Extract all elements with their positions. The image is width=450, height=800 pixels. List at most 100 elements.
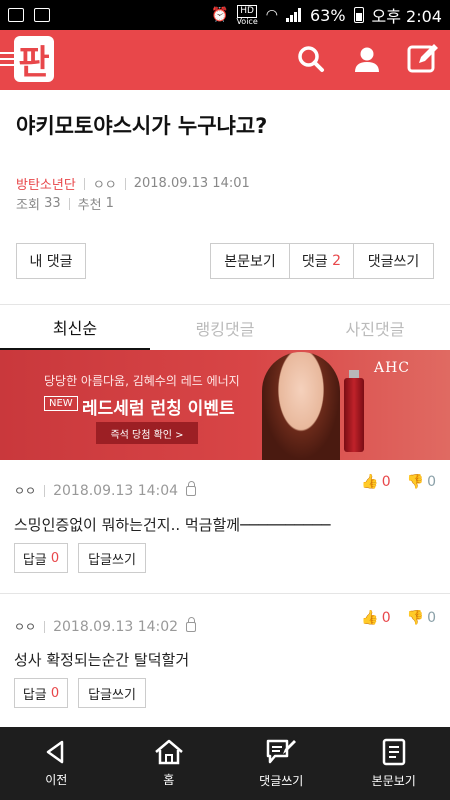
comment-date: 2018.09.13 14:02: [53, 618, 179, 635]
comment-author: ㅇㅇ: [14, 484, 37, 498]
downvote-count: 0: [427, 610, 436, 626]
nav-home[interactable]: 홈: [113, 727, 226, 800]
comment-votes: 👍 0 👎 0: [361, 474, 436, 490]
post-meta-stats: 조회 33 추천 1: [16, 194, 114, 213]
back-icon: [47, 740, 64, 764]
comment-author: ㅇㅇ: [14, 620, 37, 634]
nav-view-post[interactable]: 본문보기: [338, 727, 450, 800]
comment-author-row: ㅇㅇ 2018.09.13 14:02: [14, 616, 197, 635]
comment-text: 스밍인증없이 뭐하는건지.. 먹금할께──────────: [14, 516, 331, 534]
ad-brand-logo: AHC: [373, 360, 410, 376]
thumbs-up-icon: 👍: [361, 610, 379, 626]
views-label: 조회: [16, 198, 40, 213]
post-datetime: 2018.09.13 14:01: [133, 176, 250, 191]
thumbs-down-icon: 👎: [406, 474, 425, 490]
compose-button[interactable]: [406, 42, 440, 76]
lock-icon: [186, 616, 197, 632]
divider: [44, 620, 46, 633]
compose-icon: [407, 44, 438, 73]
nav-home-label: 홈: [163, 773, 175, 787]
write-comment-button[interactable]: 댓글쓰기: [354, 243, 434, 279]
post-author[interactable]: 방탄소년단: [16, 174, 76, 193]
pann-logo[interactable]: 판: [14, 36, 54, 83]
ad-banner[interactable]: 당당한 아름다움, 김혜수의 레드 에너지 NEW 레드세럼 런칭 이벤트 즉석…: [0, 350, 450, 460]
ad-cta-button[interactable]: 즉석 당첨 확인 >: [96, 422, 198, 444]
upvote-count: 0: [381, 474, 391, 490]
hd-voice-icon: HD Voice: [236, 4, 258, 26]
tab-photo[interactable]: 사진댓글: [300, 305, 450, 350]
search-button[interactable]: [294, 42, 328, 76]
ad-line1: 당당한 아름다움, 김혜수의 레드 에너지: [44, 374, 240, 388]
views-count: 33: [44, 196, 61, 211]
reply-button[interactable]: 답글 0: [14, 543, 68, 573]
download-notification-icon: [34, 8, 50, 22]
write-reply-button[interactable]: 답글쓰기: [78, 678, 146, 708]
downvote-button[interactable]: 👎 0: [407, 610, 436, 626]
likes-label: 추천: [77, 198, 102, 213]
post-title: 야키모토야스시가 누구냐고?: [16, 114, 268, 138]
divider: [0, 593, 450, 594]
nav-view-post-label: 본문보기: [371, 774, 416, 788]
reply-count: 0: [50, 550, 60, 566]
upvote-button[interactable]: 👍 0: [361, 474, 390, 490]
comments-label: 댓글: [301, 254, 328, 270]
battery-percent: 63%: [309, 5, 346, 25]
downvote-button[interactable]: 👎 0: [407, 474, 436, 490]
thumbs-down-icon: 👎: [406, 610, 425, 626]
divider: [44, 484, 46, 497]
nav-write-comment-label: 댓글쓰기: [259, 774, 304, 788]
divider: [124, 177, 126, 190]
post-meta-author: 방탄소년단 ㅇㅇ 2018.09.13 14:01: [16, 174, 250, 193]
profile-button[interactable]: [350, 42, 384, 76]
comments-button[interactable]: 댓글 2: [290, 243, 354, 279]
signal-icon: [285, 8, 302, 22]
wifi-icon: ◠: [265, 7, 278, 23]
thumbs-up-icon: 👍: [361, 474, 379, 490]
view-post-button[interactable]: 본문보기: [210, 243, 290, 279]
upvote-button[interactable]: 👍 0: [361, 610, 390, 626]
write-reply-button[interactable]: 답글쓰기: [78, 543, 146, 573]
nav-back-label: 이전: [45, 773, 68, 787]
comment-text: 성사 확정되는순간 탈덕할거: [14, 651, 190, 669]
tab-ranking[interactable]: 랭킹댓글: [150, 305, 300, 350]
reply-button[interactable]: 답글 0: [14, 678, 68, 708]
voice-label: Voice: [236, 16, 258, 26]
ad-product-image: [344, 370, 364, 452]
gallery-notification-icon: [8, 8, 24, 22]
lock-icon: [186, 480, 197, 496]
clock: 오후 2:04: [371, 7, 442, 26]
comment-author-row: ㅇㅇ 2018.09.13 14:04: [14, 480, 197, 499]
comment-votes: 👍 0 👎 0: [361, 610, 436, 626]
hd-label: HD: [237, 4, 257, 18]
comment-date: 2018.09.13 14:04: [53, 482, 179, 499]
downvote-count: 0: [427, 474, 436, 490]
nav-write-comment[interactable]: 댓글쓰기: [225, 727, 338, 800]
ad-new-badge: NEW: [44, 396, 78, 411]
reply-label: 답글: [22, 687, 47, 703]
reply-count: 0: [50, 685, 60, 701]
ad-model-image: [262, 352, 340, 460]
post-nickname: ㅇㅇ: [92, 178, 117, 193]
bottom-nav: 이전 홈 댓글쓰기 본문보기: [0, 727, 450, 800]
comment-write-icon: [267, 739, 297, 764]
nav-back[interactable]: 이전: [0, 727, 113, 800]
ad-line2: 레드세럼 런칭 이벤트: [82, 399, 235, 419]
home-icon: [154, 739, 183, 765]
battery-icon: [353, 7, 364, 23]
alarm-icon: ⏰: [211, 7, 229, 23]
search-icon: [298, 46, 324, 72]
user-icon: [355, 47, 379, 72]
upvote-count: 0: [381, 610, 391, 626]
divider: [83, 177, 85, 190]
likes-count: 1: [105, 196, 114, 211]
menu-icon[interactable]: [0, 52, 14, 66]
status-bar: ⏰ HD Voice ◠ 63% 오후 2:04: [0, 0, 450, 30]
tab-latest[interactable]: 최신순: [0, 305, 150, 350]
comments-count: 2: [332, 253, 342, 269]
comment-tabs: 최신순 랭킹댓글 사진댓글: [0, 305, 450, 350]
my-comments-button[interactable]: 내 댓글: [16, 243, 86, 279]
app-bar: 판: [0, 30, 450, 90]
post-action-group: 본문보기 댓글 2 댓글쓰기: [210, 243, 434, 279]
reply-label: 답글: [22, 552, 47, 568]
document-icon: [382, 738, 405, 766]
